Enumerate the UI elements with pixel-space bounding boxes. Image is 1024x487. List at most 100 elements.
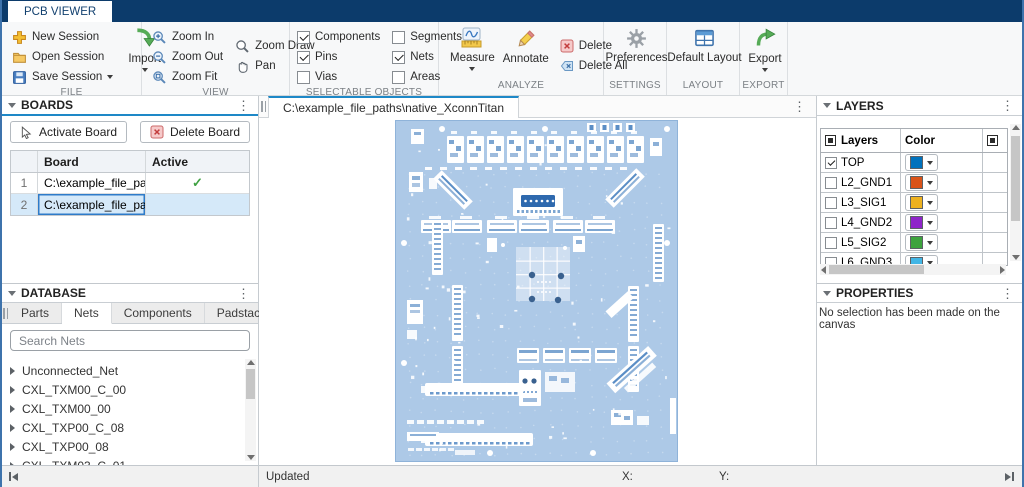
document-tab[interactable]: C:\example_file_paths\native_XconnTitan bbox=[268, 96, 519, 118]
boards-collapse-icon[interactable] bbox=[8, 103, 16, 108]
vias-checkbox-box[interactable] bbox=[297, 71, 310, 84]
layer-row-top[interactable]: TOP bbox=[821, 153, 1007, 173]
boards-overflow-icon[interactable]: ⋮ bbox=[235, 99, 252, 112]
preferences-button[interactable]: Preferences bbox=[602, 27, 672, 80]
search-nets-input[interactable] bbox=[19, 334, 241, 348]
new-session-button[interactable]: New Session bbox=[9, 27, 116, 47]
layer-visible-checkbox[interactable] bbox=[825, 237, 837, 249]
select-all-layers-icon[interactable] bbox=[825, 135, 836, 146]
scroll-right-icon[interactable] bbox=[1000, 266, 1005, 274]
layer-color-dropdown[interactable] bbox=[905, 154, 938, 171]
pins-checkbox-box[interactable] bbox=[297, 51, 310, 64]
components-label: Components bbox=[315, 31, 380, 43]
segments-checkbox-box[interactable] bbox=[392, 31, 405, 44]
nets-scrollbar[interactable] bbox=[245, 359, 256, 461]
color-swatch bbox=[910, 236, 923, 249]
save-session-dropdown-caret[interactable] bbox=[107, 75, 113, 79]
scroll-down-icon[interactable] bbox=[1012, 255, 1020, 260]
properties-overflow-icon[interactable]: ⋮ bbox=[999, 287, 1016, 300]
zoom-out-button[interactable]: Zoom Out bbox=[149, 47, 226, 67]
board-row-1[interactable]: 1 C:\example_file_paths\... ✓ bbox=[11, 173, 249, 194]
tab-components[interactable]: Components bbox=[112, 303, 205, 323]
measure-dropdown-caret[interactable] bbox=[469, 67, 475, 71]
canvas-overflow-icon[interactable]: ⋮ bbox=[791, 96, 808, 117]
export-button[interactable]: Export bbox=[744, 27, 785, 80]
board-row-2[interactable]: 2 C:\example_file_paths\... bbox=[11, 194, 249, 215]
net-item[interactable]: CXL_TXM00_C_00 bbox=[10, 380, 258, 399]
default-layout-button[interactable]: Default Layout bbox=[663, 27, 745, 80]
layer-visible-checkbox[interactable] bbox=[825, 157, 837, 169]
search-nets-box bbox=[10, 330, 250, 351]
annotate-button[interactable]: Annotate bbox=[499, 27, 553, 80]
layers-overflow-icon[interactable]: ⋮ bbox=[999, 99, 1016, 112]
canvas-grip-icon[interactable] bbox=[259, 96, 268, 117]
ribbon-section-export: Export EXPORT bbox=[740, 22, 788, 95]
default-layout-label: Default Layout bbox=[667, 52, 741, 64]
layer-color-dropdown[interactable] bbox=[905, 174, 938, 191]
activate-board-button[interactable]: Activate Board bbox=[10, 121, 127, 143]
expand-icon[interactable] bbox=[10, 405, 15, 413]
tab-pcb-viewer[interactable]: PCB VIEWER bbox=[8, 1, 112, 22]
board-path-cell[interactable]: C:\example_file_paths\... bbox=[37, 173, 145, 193]
scroll-home-icon[interactable] bbox=[9, 472, 18, 481]
scroll-up-icon[interactable] bbox=[247, 360, 255, 365]
expand-icon[interactable] bbox=[10, 386, 15, 394]
layer-color-dropdown[interactable] bbox=[905, 214, 938, 231]
new-session-label: New Session bbox=[32, 31, 99, 43]
database-collapse-icon[interactable] bbox=[8, 291, 16, 296]
layers-vscrollbar[interactable] bbox=[1010, 124, 1021, 261]
layer-row-l2-gnd1[interactable]: L2_GND1 bbox=[821, 173, 1007, 193]
tabbar-grip-icon[interactable] bbox=[2, 303, 9, 323]
properties-collapse-icon[interactable] bbox=[823, 291, 831, 296]
areas-checkbox-box[interactable] bbox=[392, 71, 405, 84]
net-item[interactable]: Unconnected_Net bbox=[10, 361, 258, 380]
open-session-button[interactable]: Open Session bbox=[9, 47, 116, 67]
database-overflow-icon[interactable]: ⋮ bbox=[235, 287, 252, 300]
scroll-down-icon[interactable] bbox=[247, 455, 255, 460]
scroll-up-icon[interactable] bbox=[1012, 125, 1020, 130]
layer-visible-checkbox[interactable] bbox=[825, 217, 837, 229]
pins-checkbox[interactable]: Pins bbox=[297, 47, 380, 67]
components-checkbox[interactable]: Components bbox=[297, 27, 380, 47]
export-dropdown-caret[interactable] bbox=[762, 68, 768, 72]
components-checkbox-box[interactable] bbox=[297, 31, 310, 44]
net-item[interactable]: CXL_TXP00_C_08 bbox=[10, 418, 258, 437]
delete-board-button[interactable]: Delete Board bbox=[140, 121, 250, 143]
layer-visible-checkbox[interactable] bbox=[825, 197, 837, 209]
pcb-canvas[interactable] bbox=[259, 118, 816, 465]
zoom-fit-button[interactable]: Zoom Fit bbox=[149, 67, 226, 87]
board-path-cell-selected[interactable]: C:\example_file_paths\... bbox=[37, 194, 145, 215]
layers-hscrollbar[interactable] bbox=[820, 264, 1006, 275]
tab-nets[interactable]: Nets bbox=[62, 303, 112, 324]
scroll-left-icon[interactable] bbox=[821, 266, 826, 274]
measure-button[interactable]: Measure bbox=[446, 27, 499, 80]
boards-table: Board Active 1 C:\example_file_paths\...… bbox=[10, 150, 250, 216]
extra-column-icon[interactable] bbox=[987, 135, 998, 146]
layer-row-l3-sig1[interactable]: L3_SIG1 bbox=[821, 193, 1007, 213]
pcb-board-image[interactable] bbox=[395, 120, 678, 465]
expand-icon[interactable] bbox=[10, 424, 15, 432]
zoom-in-button[interactable]: Zoom In bbox=[149, 27, 226, 47]
layer-row-l5-sig2[interactable]: L5_SIG2 bbox=[821, 233, 1007, 253]
save-session-button[interactable]: Save Session bbox=[9, 67, 116, 87]
vias-checkbox[interactable]: Vias bbox=[297, 67, 380, 87]
layers-panel: LAYERS ⋮ Layers Color TOP bbox=[817, 96, 1022, 283]
areas-label: Areas bbox=[410, 71, 440, 83]
net-item[interactable]: CXL_TXM03_C_01 bbox=[10, 456, 258, 465]
net-item[interactable]: CXL_TXP00_08 bbox=[10, 437, 258, 456]
status-expand-icon[interactable] bbox=[1005, 472, 1014, 481]
layer-color-dropdown[interactable] bbox=[905, 194, 938, 211]
layer-row-l4-gnd2[interactable]: L4_GND2 bbox=[821, 213, 1007, 233]
zoom-in-icon bbox=[152, 30, 167, 45]
layer-color-dropdown[interactable] bbox=[905, 234, 938, 251]
expand-icon[interactable] bbox=[10, 443, 15, 451]
database-hscrollbar[interactable] bbox=[2, 465, 259, 487]
layer-visible-checkbox[interactable] bbox=[825, 177, 837, 189]
toolstrip-tabbar: PCB VIEWER bbox=[2, 0, 1022, 22]
nets-checkbox-box[interactable] bbox=[392, 51, 405, 64]
gear-icon bbox=[625, 27, 648, 50]
layers-collapse-icon[interactable] bbox=[823, 103, 831, 108]
tab-parts[interactable]: Parts bbox=[9, 303, 62, 323]
net-item[interactable]: CXL_TXM00_00 bbox=[10, 399, 258, 418]
expand-icon[interactable] bbox=[10, 367, 15, 375]
